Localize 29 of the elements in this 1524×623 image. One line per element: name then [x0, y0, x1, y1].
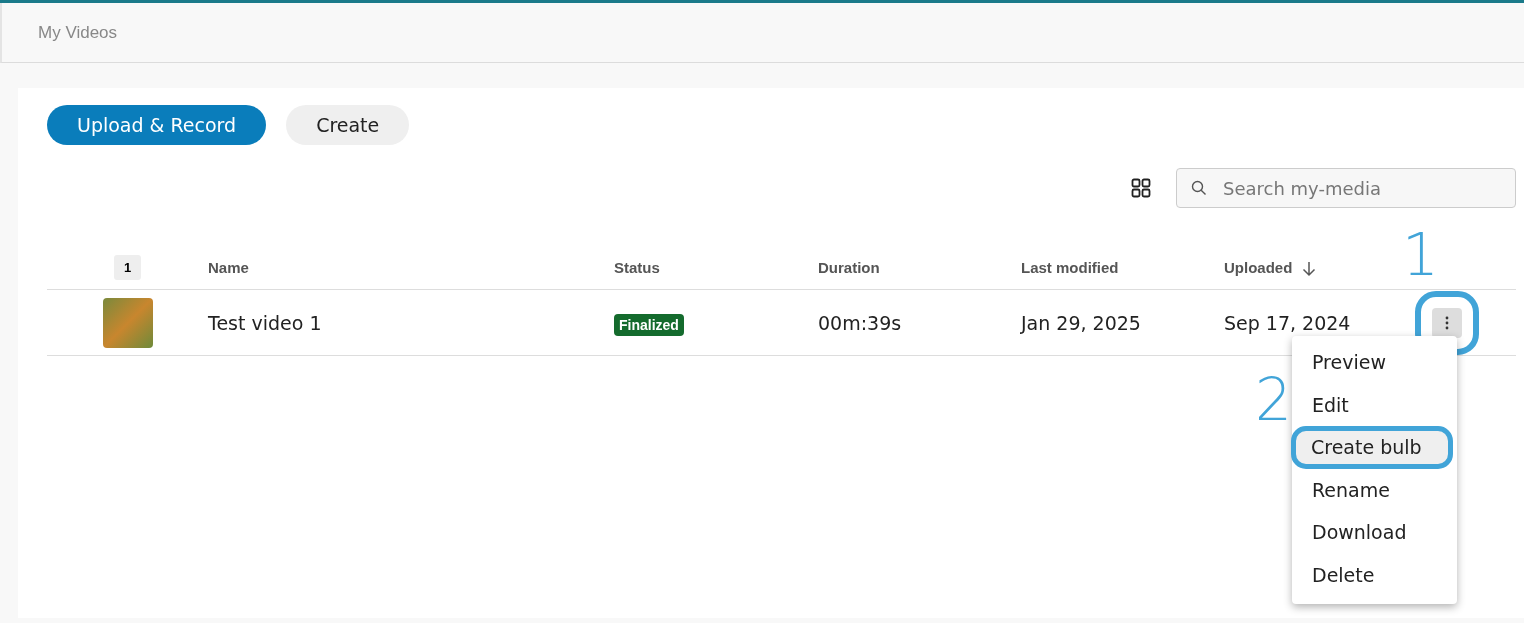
menu-item[interactable]: Download [1292, 511, 1457, 554]
menu-item[interactable]: Rename [1292, 468, 1457, 511]
column-header[interactable]: Uploaded [1224, 258, 1317, 277]
grid-view-icon[interactable] [1131, 178, 1151, 198]
duration-text: 00m:39s [818, 311, 902, 334]
column-header[interactable]: Last modified [1021, 259, 1119, 276]
column-header[interactable]: Duration [818, 259, 880, 276]
more-icon [1445, 315, 1449, 330]
menu-item[interactable]: Delete [1292, 553, 1457, 596]
video-thumbnail[interactable] [102, 297, 153, 348]
menu-item[interactable]: Edit [1292, 383, 1457, 426]
search-input[interactable]: Search my-media [1221, 176, 1515, 200]
date-text: Sep 17, 2024 [1224, 311, 1351, 334]
upload-record-button[interactable]: Upload & Record [47, 105, 267, 145]
search-field[interactable]: Search my-media [1176, 168, 1516, 208]
create-button[interactable]: Create [286, 105, 410, 145]
menu-item[interactable]: Preview [1292, 341, 1457, 384]
callout-number: 1 [1402, 226, 1439, 284]
status-badge: Finalized [614, 313, 684, 336]
selection-count: 1 [113, 255, 142, 280]
date-text: Jan 29, 2025 [1021, 311, 1141, 334]
column-header[interactable]: Name [208, 259, 249, 276]
column-header[interactable]: Status [614, 259, 660, 276]
callout-number: 2 [1255, 371, 1292, 429]
page-title: My Videos [38, 22, 118, 43]
menu-item[interactable]: Create bulb [1291, 426, 1453, 469]
sort-arrow-icon[interactable] [1302, 260, 1317, 277]
search-icon [1191, 180, 1207, 196]
video-name[interactable]: Test video 1 [208, 311, 322, 334]
